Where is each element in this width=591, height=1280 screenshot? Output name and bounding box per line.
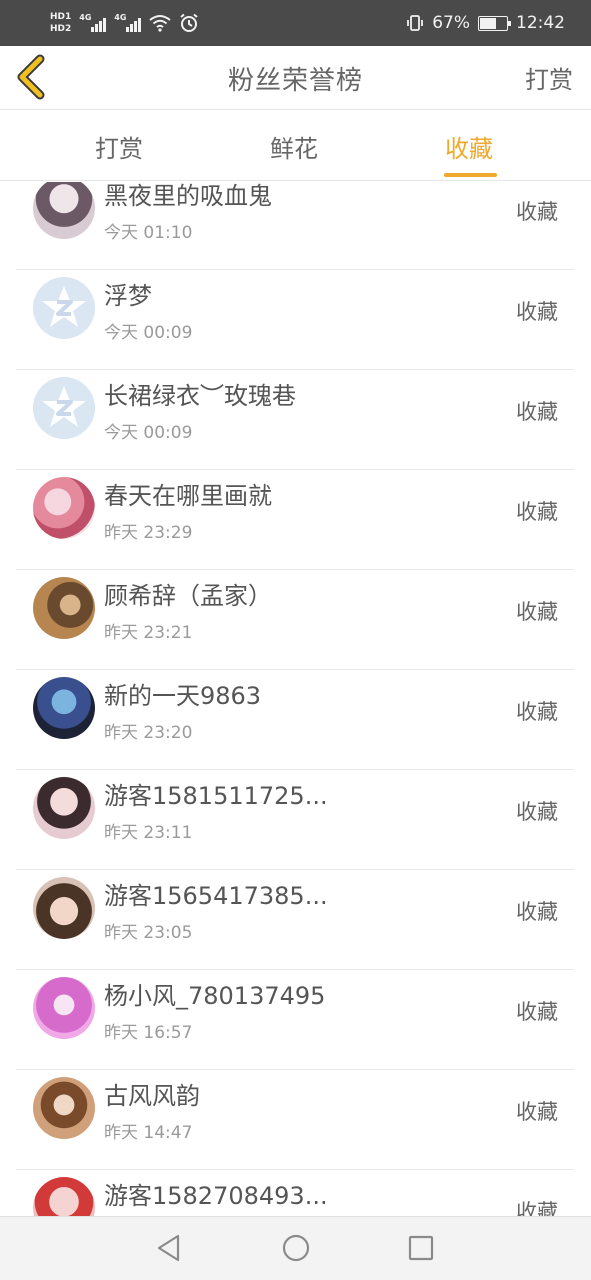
timestamp: 今天 01:10 <box>104 223 193 243</box>
user-name: 杨小风_780137495 <box>104 982 326 1010</box>
tab-flowers[interactable]: 鲜花 <box>270 129 318 164</box>
timestamp: 今天 00:09 <box>104 323 193 343</box>
tab-bar: 打赏 鲜花 收藏 <box>0 111 591 181</box>
user-name: 游客1582708493... <box>104 1182 328 1210</box>
battery-icon <box>478 15 511 31</box>
network-type-2: 4G <box>114 13 127 22</box>
status-right: 67% 12:42 <box>406 13 565 33</box>
list-item[interactable]: 古风风韵 昨天 14:47 收藏 <box>16 1070 574 1170</box>
header-bar: 粉丝荣誉榜 打赏 <box>0 46 591 110</box>
avatar <box>33 977 95 1039</box>
avatar <box>33 1177 95 1216</box>
battery-percent: 67% <box>432 13 470 33</box>
home-circle-icon[interactable] <box>281 1233 311 1263</box>
recents-square-icon[interactable] <box>406 1233 436 1263</box>
tab-favorites[interactable]: 收藏 <box>445 129 493 164</box>
clock: 12:42 <box>516 13 565 33</box>
reward-button[interactable]: 打赏 <box>525 60 573 95</box>
user-name: 春天在哪里画就 <box>104 482 272 510</box>
alarm-icon <box>180 13 198 32</box>
tab-reward[interactable]: 打赏 <box>95 129 143 164</box>
list-item[interactable]: 顾希辞（孟家） 昨天 23:21 收藏 <box>16 570 574 670</box>
timestamp: 昨天 23:11 <box>104 823 193 843</box>
list-item[interactable]: 游客1581511725... 昨天 23:11 收藏 <box>16 770 574 870</box>
action-label: 收藏 <box>516 300 558 324</box>
timestamp: 昨天 16:57 <box>104 1023 193 1043</box>
user-name: 古风风韵 <box>104 1082 200 1110</box>
system-nav-bar <box>0 1216 591 1280</box>
default-avatar-icon <box>33 377 95 439</box>
default-avatar-icon <box>33 277 95 339</box>
status-bar: HD1 HD2 4G 4G 67% 12:42 <box>0 0 591 46</box>
hd-badge-2: HD2 <box>50 24 72 34</box>
list-item[interactable]: 游客1582708493... 收藏 <box>16 1170 574 1216</box>
timestamp: 昨天 23:05 <box>104 923 193 943</box>
user-name: 新的一天9863 <box>104 682 262 710</box>
screen: HD1 HD2 4G 4G 67% 12:42 粉丝荣誉榜 打赏 打赏 鲜花 收… <box>0 0 591 1280</box>
network-type: 4G <box>79 13 92 22</box>
active-tab-indicator <box>444 173 497 177</box>
timestamp: 昨天 23:21 <box>104 623 193 643</box>
avatar <box>33 477 95 539</box>
status-left: HD1 HD2 4G 4G <box>50 12 199 34</box>
list-item[interactable]: 游客1565417385... 昨天 23:05 收藏 <box>16 870 574 970</box>
fan-list: 黑夜里的吸血鬼 今天 01:10 收藏 浮梦 今天 00:09 收藏 长裙绿衣︶… <box>0 182 591 1216</box>
action-label: 收藏 <box>516 700 558 724</box>
action-label: 收藏 <box>516 1000 558 1024</box>
avatar <box>33 1077 95 1139</box>
vibrate-icon <box>407 15 424 31</box>
timestamp: 昨天 14:47 <box>104 1123 193 1143</box>
user-name: 游客1581511725... <box>104 782 328 810</box>
signal-icon: 4G <box>79 13 107 32</box>
action-label: 收藏 <box>516 1200 558 1216</box>
avatar <box>33 577 95 639</box>
timestamp: 昨天 23:20 <box>104 723 193 743</box>
signal-icon-2: 4G <box>114 13 142 32</box>
back-triangle-icon[interactable] <box>154 1233 184 1263</box>
action-label: 收藏 <box>516 400 558 424</box>
user-name: 长裙绿衣︶玫瑰巷 <box>104 382 296 410</box>
avatar <box>33 777 95 839</box>
avatar <box>33 877 95 939</box>
hd-badges: HD1 HD2 <box>50 12 71 34</box>
list-item[interactable]: 黑夜里的吸血鬼 今天 01:10 收藏 <box>16 182 574 270</box>
avatar <box>33 182 95 239</box>
wifi-icon <box>149 15 171 32</box>
timestamp: 今天 00:09 <box>104 423 193 443</box>
timestamp: 昨天 23:29 <box>104 523 193 543</box>
action-label: 收藏 <box>516 800 558 824</box>
action-label: 收藏 <box>516 900 558 924</box>
user-name: 浮梦 <box>104 282 152 310</box>
user-name: 游客1565417385... <box>104 882 328 910</box>
user-name: 黑夜里的吸血鬼 <box>104 182 272 210</box>
action-label: 收藏 <box>516 500 558 524</box>
battery-level <box>480 17 497 29</box>
avatar <box>33 677 95 739</box>
action-label: 收藏 <box>516 200 558 224</box>
page-title: 粉丝荣誉榜 <box>227 66 363 96</box>
list-item[interactable]: 长裙绿衣︶玫瑰巷 今天 00:09 收藏 <box>16 370 574 470</box>
list-item[interactable]: 杨小风_780137495 昨天 16:57 收藏 <box>16 970 574 1070</box>
hd-badge-1: HD1 <box>50 12 72 22</box>
action-label: 收藏 <box>516 600 558 624</box>
list-item[interactable]: 浮梦 今天 00:09 收藏 <box>16 270 574 370</box>
user-name: 顾希辞（孟家） <box>104 582 272 610</box>
action-label: 收藏 <box>516 1100 558 1124</box>
list-item[interactable]: 春天在哪里画就 昨天 23:29 收藏 <box>16 470 574 570</box>
list-item[interactable]: 新的一天9863 昨天 23:20 收藏 <box>16 670 574 770</box>
